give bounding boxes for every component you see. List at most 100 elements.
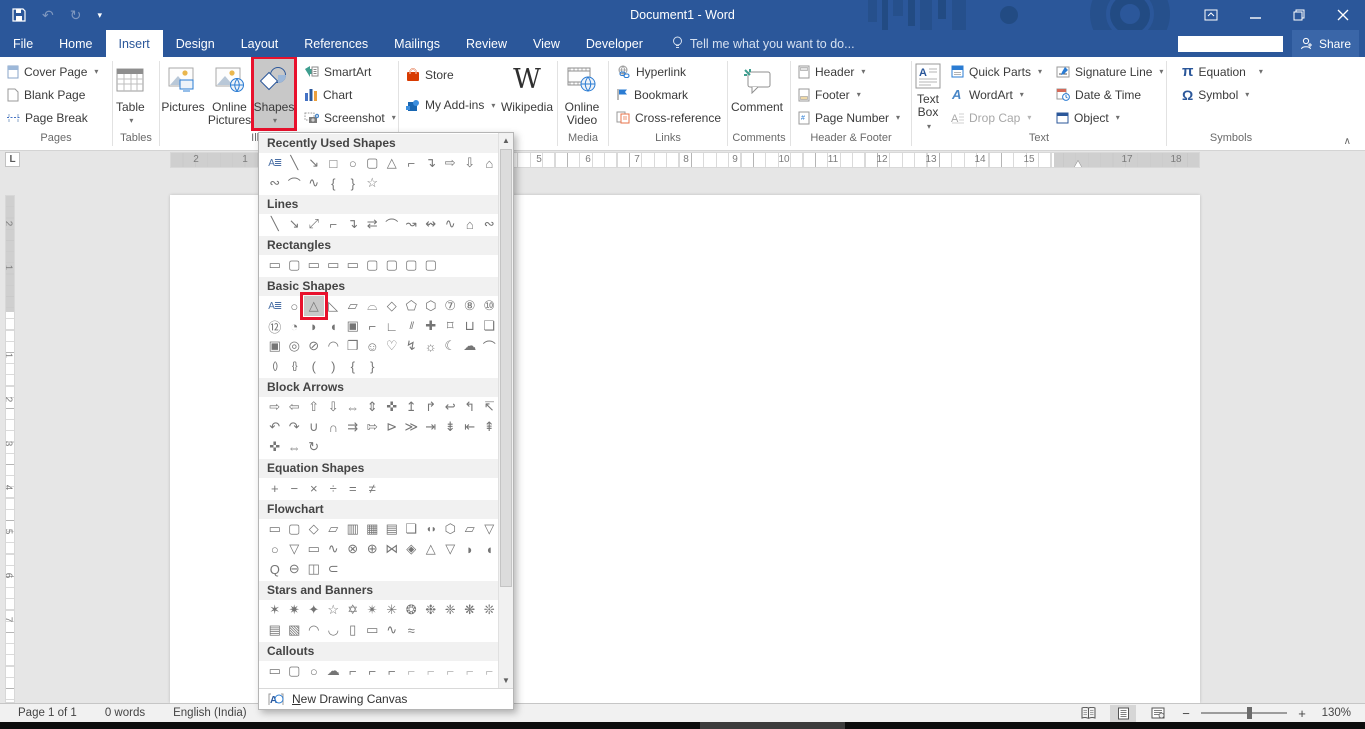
shape-half-frame[interactable]: ⌐ — [363, 316, 383, 336]
chart-button[interactable]: Chart — [301, 83, 399, 106]
shape-up-arrow-callout[interactable]: ⇞ — [480, 417, 500, 437]
shape-down-arrow-callout[interactable]: ⇟ — [441, 417, 461, 437]
comment-button[interactable]: Comment — [728, 59, 786, 131]
drop-cap-button[interactable]: A Drop Cap▾ — [948, 106, 1045, 129]
shape-scribble[interactable]: ∾ — [265, 173, 285, 193]
shape-not-equal-sign[interactable]: ≠ — [363, 478, 383, 498]
shape-line-callout-1-no-border[interactable]: ⌐ — [421, 661, 441, 681]
shape-predefined-process[interactable]: ▥ — [343, 519, 363, 539]
store-button[interactable]: Store — [403, 60, 498, 90]
shape-rounded-rectangle[interactable]: ▢ — [363, 153, 383, 173]
shape-minus-sign[interactable]: − — [285, 478, 305, 498]
shape-curved-down-ribbon[interactable]: ◡ — [324, 620, 344, 640]
shape-left-brace[interactable]: { — [324, 173, 344, 193]
shape-notched-right-arrow[interactable]: ⇰ — [363, 417, 383, 437]
text-box-button[interactable]: A Text Box ▾ — [912, 59, 944, 131]
tab-home[interactable]: Home — [46, 30, 105, 57]
shape-connector[interactable]: ○ — [265, 539, 285, 559]
bookmark-button[interactable]: Bookmark — [613, 83, 724, 106]
shape-heptagon[interactable]: ⑦ — [441, 296, 461, 316]
shape-plaque[interactable]: ⌑ — [441, 316, 461, 336]
shape-smiley-face[interactable]: ☺ — [363, 336, 383, 356]
shape-curved-double-arrow-connector[interactable]: ↭ — [421, 214, 441, 234]
new-drawing-canvas-button[interactable]: A New Drawing Canvas — [259, 688, 513, 709]
shape-snip-same-side-corner-rectangle[interactable]: ▭ — [324, 255, 344, 275]
symbol-button[interactable]: Ω Symbol▾ — [1179, 83, 1266, 106]
shape-up-down-arrow[interactable]: ⇕ — [363, 397, 383, 417]
collapse-ribbon-icon[interactable]: ∧ — [1344, 136, 1351, 147]
online-video-button[interactable]: Online Video — [558, 59, 606, 131]
shape-double-wave[interactable]: ≈ — [402, 620, 422, 640]
shape-bent-up-arrow[interactable]: ↸ — [480, 397, 500, 417]
shape-terminator[interactable]: ◖◗ — [421, 519, 441, 539]
shape-star-5-point[interactable]: ☆ — [363, 173, 383, 193]
shape-direct-access-storage[interactable]: ◫ — [304, 559, 324, 579]
shape-round-single-corner-rectangle[interactable]: ▢ — [382, 255, 402, 275]
tab-layout[interactable]: Layout — [228, 30, 292, 57]
shape-rounded-rectangle[interactable]: ▢ — [285, 255, 305, 275]
quick-parts-button[interactable]: Quick Parts▾ — [948, 60, 1045, 83]
shape-bent-arrow[interactable]: ↱ — [421, 397, 441, 417]
zoom-slider[interactable] — [1201, 712, 1287, 714]
shape-can[interactable]: ⊔ — [460, 316, 480, 336]
shape-curved-right-arrow[interactable]: ↷ — [285, 417, 305, 437]
shape-cloud[interactable]: ☁ — [460, 336, 480, 356]
shape-magnetic-disk[interactable]: ⊖ — [285, 559, 305, 579]
shape-text-box[interactable]: A≣ — [265, 296, 285, 316]
shape-diamond[interactable]: ◇ — [382, 296, 402, 316]
shape-collate[interactable]: ⋈ — [382, 539, 402, 559]
shape-star-5-point[interactable]: ☆ — [324, 600, 344, 620]
shape-down-arrow[interactable]: ⇩ — [460, 153, 480, 173]
shape-off-page-connector[interactable]: ▽ — [285, 539, 305, 559]
shape-curved-up-ribbon[interactable]: ◠ — [304, 620, 324, 640]
minimize-button[interactable] — [1233, 0, 1277, 30]
shape-double-bracket[interactable]: () — [265, 356, 285, 376]
shape-freeform[interactable]: ⌂ — [480, 153, 500, 173]
shape-line-callout-3[interactable]: ⌐ — [382, 661, 402, 681]
shape-merge[interactable]: ▽ — [441, 539, 461, 559]
tell-me-box[interactable]: Tell me what you want to do... — [672, 30, 855, 57]
shape-right-arrow[interactable]: ⇨ — [265, 397, 285, 417]
object-button[interactable]: Object▾ — [1053, 106, 1166, 129]
shape-elbow-double-arrow-connector[interactable]: ⇄ — [363, 214, 383, 234]
shape-cloud-callout[interactable]: ☁ — [324, 661, 344, 681]
shape-curved-connector[interactable]: ⌒ — [382, 214, 402, 234]
shape-manual-input[interactable]: ▱ — [460, 519, 480, 539]
shape-sequential-access-storage[interactable]: Q — [265, 559, 285, 579]
print-layout-button[interactable] — [1110, 705, 1136, 722]
shape-card[interactable]: ▭ — [304, 539, 324, 559]
shape-u-turn-arrow[interactable]: ↩ — [441, 397, 461, 417]
shape-freeform[interactable]: ⌂ — [460, 214, 480, 234]
date-time-button[interactable]: Date & Time — [1053, 83, 1166, 106]
zoom-level[interactable]: 130% — [1317, 707, 1351, 719]
shape-rounded-rectangular-callout[interactable]: ▢ — [285, 661, 305, 681]
scrollbar-thumb[interactable] — [500, 149, 512, 587]
shape-chord[interactable]: ◗ — [304, 316, 324, 336]
word-count[interactable]: 0 words — [105, 707, 145, 719]
shape-l-shape[interactable]: ∟ — [382, 316, 402, 336]
shape-line-arrow[interactable]: ↘ — [304, 153, 324, 173]
shape-line-callout-4[interactable]: ⌐ — [402, 661, 422, 681]
shape-cross[interactable]: ✚ — [421, 316, 441, 336]
zoom-out-button[interactable]: − — [1180, 706, 1192, 721]
shape-data[interactable]: ▱ — [324, 519, 344, 539]
shape-up-ribbon[interactable]: ▤ — [265, 620, 285, 640]
tab-review[interactable]: Review — [453, 30, 520, 57]
shape-explosion-1[interactable]: ✶ — [265, 600, 285, 620]
shape-down-arrow[interactable]: ⇩ — [324, 397, 344, 417]
shape-equal-sign[interactable]: = — [343, 478, 363, 498]
shape-pentagon-arrow[interactable]: ⊳ — [382, 417, 402, 437]
tab-stop-selector[interactable]: L — [5, 152, 20, 167]
shape-heart[interactable]: ♡ — [382, 336, 402, 356]
shape-line-double-arrow[interactable]: ⤢ — [304, 214, 324, 234]
shape-elbow-connector[interactable]: ⌐ — [324, 214, 344, 234]
shape-plus-sign[interactable]: + — [265, 478, 285, 498]
zoom-slider-handle[interactable] — [1247, 707, 1252, 719]
shape-preparation[interactable]: ⬡ — [441, 519, 461, 539]
shape-curved-up-arrow[interactable]: ∩ — [324, 417, 344, 437]
shape-quad-arrow[interactable]: ✜ — [382, 397, 402, 417]
smartart-button[interactable]: SmartArt — [301, 60, 399, 83]
shape-decision[interactable]: ◇ — [304, 519, 324, 539]
shape-left-arrow[interactable]: ⇦ — [285, 397, 305, 417]
web-layout-button[interactable] — [1145, 705, 1171, 722]
